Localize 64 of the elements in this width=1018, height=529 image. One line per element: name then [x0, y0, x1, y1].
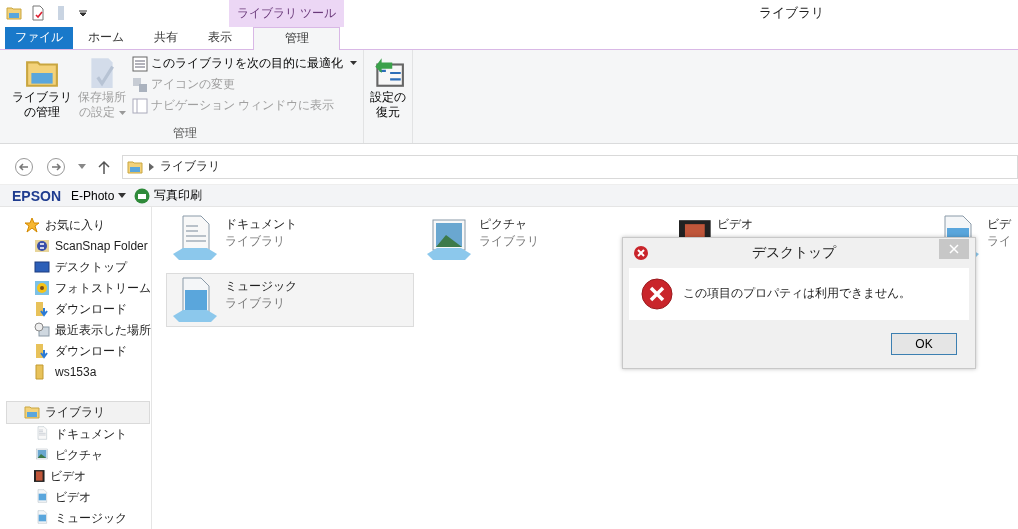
nav-item[interactable]: ダウンロード: [0, 341, 151, 362]
ribbon-button[interactable]: 設定の 復元: [368, 54, 408, 144]
document-library-icon: [171, 214, 219, 262]
ribbon-button[interactable]: このライブラリを次の目的に最適化: [130, 54, 359, 74]
library-folder-icon: [127, 158, 143, 175]
nav-item[interactable]: デスクトップ: [0, 257, 151, 278]
dropdown-icon[interactable]: [78, 8, 88, 19]
ribbon-tab[interactable]: 管理: [253, 26, 340, 51]
error-icon: [641, 278, 673, 310]
document-check-icon[interactable]: [30, 5, 46, 22]
nav-item[interactable]: 最近表示した場所: [0, 320, 151, 341]
forward-button[interactable]: [46, 156, 66, 177]
nav-item[interactable]: ScanSnap Folder: [0, 236, 151, 257]
library-folder-icon: [6, 5, 22, 22]
change-icon-icon: [132, 76, 148, 93]
library-item[interactable]: ドキュメント ライブラリ: [166, 211, 414, 265]
photo-print-button[interactable]: 写真印刷: [132, 187, 205, 205]
library-item[interactable]: ピクチャ ライブラリ: [420, 211, 668, 265]
nav-item[interactable]: ビデオ: [0, 487, 151, 508]
nav-item[interactable]: ダウンロード: [0, 299, 151, 320]
window-title: ライブラリ: [757, 4, 825, 23]
close-icon: [949, 244, 959, 254]
download-folder-icon: [34, 301, 50, 318]
library-item[interactable]: ミュージック ライブラリ: [166, 273, 414, 327]
caret-icon: [118, 193, 127, 199]
nav-item[interactable]: ws153a: [0, 362, 151, 383]
list-icon: [132, 55, 148, 72]
sunflower-icon: [34, 280, 50, 297]
nav-item[interactable]: フォトストリーム: [0, 278, 151, 299]
scanner-folder-icon: [34, 238, 50, 255]
desktop-icon: [34, 259, 50, 276]
library-tools-label: ライブラリ ツール: [229, 0, 345, 27]
library-folder-icon: [24, 404, 40, 421]
nav-item[interactable]: ビデオ: [0, 466, 151, 487]
download-folder-icon: [34, 343, 50, 360]
file-tab[interactable]: ファイル: [5, 26, 73, 50]
nav-item[interactable]: ミュージック: [0, 508, 151, 529]
caret-icon: [350, 61, 357, 67]
address-bar[interactable]: ライブラリ: [122, 154, 1018, 179]
history-dropdown-icon[interactable]: [78, 163, 86, 170]
pane-icon: [132, 97, 148, 114]
breadcrumb[interactable]: ライブラリ: [160, 158, 220, 176]
chevron-right-icon[interactable]: [149, 162, 154, 171]
up-arrow-icon[interactable]: [98, 159, 110, 174]
document-library-icon: [34, 426, 50, 443]
error-icon: [633, 245, 649, 261]
star-icon: [24, 217, 40, 234]
library-icon: [34, 489, 50, 506]
nav-item[interactable]: ドキュメント: [0, 424, 151, 445]
ok-button[interactable]: OK: [891, 333, 957, 355]
ribbon-button[interactable]: ライブラリ の管理: [10, 54, 74, 126]
error-message: この項目のプロパティは利用できません。: [683, 285, 911, 303]
library-icon: [171, 276, 219, 324]
back-button[interactable]: [14, 156, 34, 177]
dialog-title: デスクトップ: [751, 244, 838, 262]
group-label: 管理: [171, 125, 198, 143]
epson-logo: EPSON: [12, 187, 61, 204]
app-dropdown[interactable]: E-Photo: [69, 188, 129, 203]
nav-item[interactable]: ピクチャ: [0, 445, 151, 466]
nav-item[interactable]: お気に入り: [0, 215, 151, 236]
film-icon: [34, 470, 45, 483]
recent-places-icon: [34, 322, 50, 339]
caret-icon: [118, 110, 126, 116]
nav-item[interactable]: ライブラリ: [6, 401, 150, 424]
